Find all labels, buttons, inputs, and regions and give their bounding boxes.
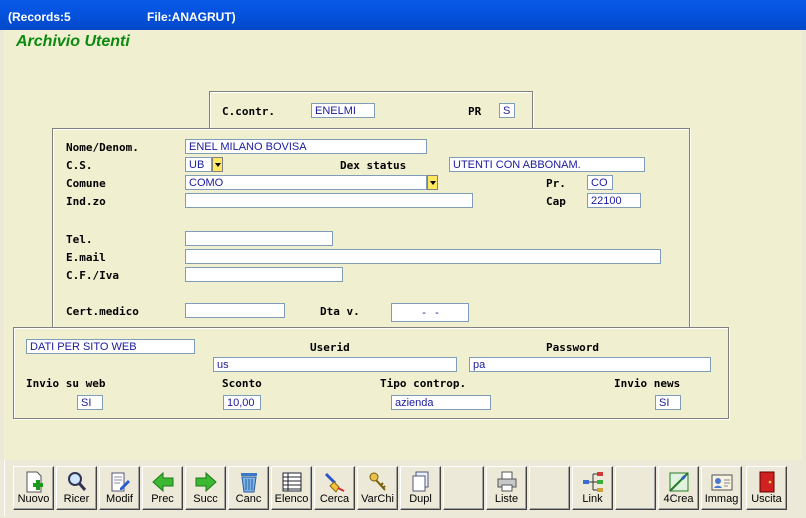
cert-medico-label: Cert.medico [66,305,139,318]
cs-dropdown-button[interactable] [212,157,223,172]
uscita-button[interactable]: Uscita [746,466,787,510]
crea-button[interactable]: 4Crea [658,466,699,510]
cf-iva-input[interactable] [185,267,343,282]
blank-button-2[interactable] [529,466,570,510]
crea-label: 4Crea [663,493,694,505]
cs-input[interactable]: UB [185,157,212,172]
printer-icon [497,471,517,492]
nuovo-button[interactable]: Nuovo [13,466,54,510]
cert-medico-input[interactable] [185,303,285,318]
ricer-button[interactable]: Ricer [56,466,97,510]
dex-status-input[interactable]: UTENTI CON ABBONAM. [449,157,645,172]
trash-icon [241,473,257,493]
nome-label: Nome/Denom. [66,141,139,154]
ricer-label: Ricer [63,493,90,505]
toolbar: Nuovo Ricer Modif Prec Succ Canc Elenco … [13,466,793,512]
prec-button[interactable]: Prec [142,466,183,510]
cs-label: C.S. [66,159,93,172]
dta-v-input[interactable]: - - [391,303,469,322]
network-icon [583,472,603,492]
blank-button-3[interactable] [615,466,656,510]
edit-document-icon [111,472,130,492]
keys-icon [369,472,386,491]
tipo-controp-input[interactable]: azienda [391,395,491,410]
succ-button[interactable]: Succ [185,466,226,510]
comune-dropdown-button[interactable] [427,175,438,190]
userid-input[interactable]: us [213,357,457,372]
cerca-button[interactable]: Cerca [314,466,355,510]
nome-input[interactable]: ENEL MILANO BOVISA [185,139,427,154]
arrow-left-icon [152,471,174,493]
link-button[interactable]: Link [572,466,613,510]
varchi-button[interactable]: VarChi [357,466,398,510]
dta-v-label: Dta v. [320,305,360,318]
immag-label: Immag [704,493,739,505]
liste-button[interactable]: Liste [486,466,527,510]
tel-input[interactable] [185,231,333,246]
window-title-bar: (Records:5 File:ANAGRUT) [0,0,806,30]
create-icon [669,472,689,492]
modif-button[interactable]: Modif [99,466,140,510]
web-section-field[interactable]: DATI PER SITO WEB [26,339,195,354]
invio-web-input[interactable]: SI [77,395,103,410]
sconto-input[interactable]: 10,00 [223,395,261,410]
indirizzo-label: Ind.zo [66,195,106,208]
file-name: File:ANAGRUT) [147,10,236,24]
search-brush-icon [324,472,345,493]
immag-button[interactable]: Immag [701,466,742,510]
cf-iva-label: C.F./Iva [66,269,119,282]
prec-label: Prec [151,493,174,505]
invio-web-label: Invio su web [26,377,106,390]
elenco-label: Elenco [274,493,309,505]
new-document-icon [26,471,43,493]
tel-label: Tel. [66,233,93,246]
blank-button-1[interactable] [443,466,484,510]
exit-door-icon [759,471,775,493]
email-label: E.mail [66,251,106,264]
tipo-controp-label: Tipo controp. [380,377,467,390]
id-card-icon [711,474,733,491]
dupl-label: Dupl [409,493,432,505]
varchi-label: VarChi [361,493,394,505]
email-input[interactable] [185,249,661,264]
succ-label: Succ [193,493,218,505]
liste-label: Liste [494,493,519,505]
records-count: (Records:5 [8,10,71,24]
elenco-button[interactable]: Elenco [271,466,312,510]
pr-label: PR [468,105,482,118]
password-label: Password [546,341,599,354]
duplicate-icon [412,471,429,492]
comune-label: Comune [66,177,106,190]
ccontr-input[interactable]: ENELMI [311,103,375,118]
page-title: Archivio Utenti [16,33,130,50]
modif-label: Modif [106,493,133,505]
cap-label: Cap [546,195,566,208]
dex-status-label: Dex status [340,159,407,172]
cerca-label: Cerca [319,493,350,505]
magnifier-icon [68,472,87,491]
indirizzo-input[interactable] [185,193,473,208]
comune-input[interactable]: COMO [185,175,427,190]
sconto-label: Sconto [222,377,262,390]
province-label: Pr. [546,177,566,190]
dupl-button[interactable]: Dupl [400,466,441,510]
ccontr-label: C.contr. [222,105,275,118]
canc-label: Canc [235,493,262,505]
pr-input[interactable]: S [499,103,515,118]
invio-news-label: Invio news [614,377,681,390]
list-icon [282,472,302,492]
password-input[interactable]: pa [469,357,711,372]
nuovo-label: Nuovo [17,493,50,505]
invio-news-input[interactable]: SI [655,395,681,410]
link-label: Link [582,493,603,505]
canc-button[interactable]: Canc [228,466,269,510]
userid-label: Userid [310,341,350,354]
cap-input[interactable]: 22100 [587,193,641,208]
arrow-right-icon [195,471,217,493]
uscita-label: Uscita [751,493,782,505]
province-input[interactable]: CO [587,175,613,190]
